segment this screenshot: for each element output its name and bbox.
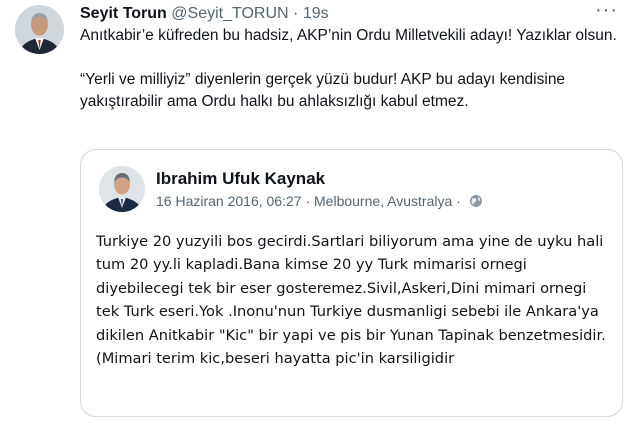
quoted-post-meta: 16 Haziran 2016, 06:27 · Melbourne, Avus… — [156, 193, 483, 211]
tweet-paragraph: Anıtkabir’e küfreden bu hadsiz, AKP’nin … — [80, 27, 617, 44]
quoted-author-name[interactable]: Ibrahim Ufuk Kaynak — [156, 169, 325, 189]
quoted-post-body: Turkiye 20 yuzyili bos gecirdi.Sartlari … — [96, 233, 606, 368]
globe-icon — [469, 194, 483, 211]
author-avatar[interactable] — [15, 5, 64, 54]
separator-dot: · — [456, 193, 461, 209]
tweet-text: Anıtkabir’e küfreden bu hadsiz, AKP’nin … — [80, 25, 620, 113]
author-handle[interactable]: @Seyit_TORUN — [171, 5, 288, 22]
quoted-post-date: 16 Haziran 2016, 06:27 — [156, 193, 302, 209]
separator-dot: · — [305, 193, 311, 209]
more-icon[interactable]: ··· — [595, 0, 618, 20]
tweet-header: Seyit Torun @Seyit_TORUN · 19s — [80, 4, 329, 24]
separator-dot: · — [293, 5, 299, 22]
quoted-author-avatar[interactable] — [99, 166, 145, 212]
quoted-post-location: Melbourne, Avustralya — [314, 193, 453, 209]
tweet-time[interactable]: 19s — [303, 5, 329, 22]
tweet-paragraph: “Yerli ve milliyiz” diyenlerin gerçek yü… — [80, 71, 566, 110]
author-name[interactable]: Seyit Torun — [80, 5, 167, 22]
quoted-post-card[interactable]: Ibrahim Ufuk Kaynak 16 Haziran 2016, 06:… — [80, 149, 623, 417]
